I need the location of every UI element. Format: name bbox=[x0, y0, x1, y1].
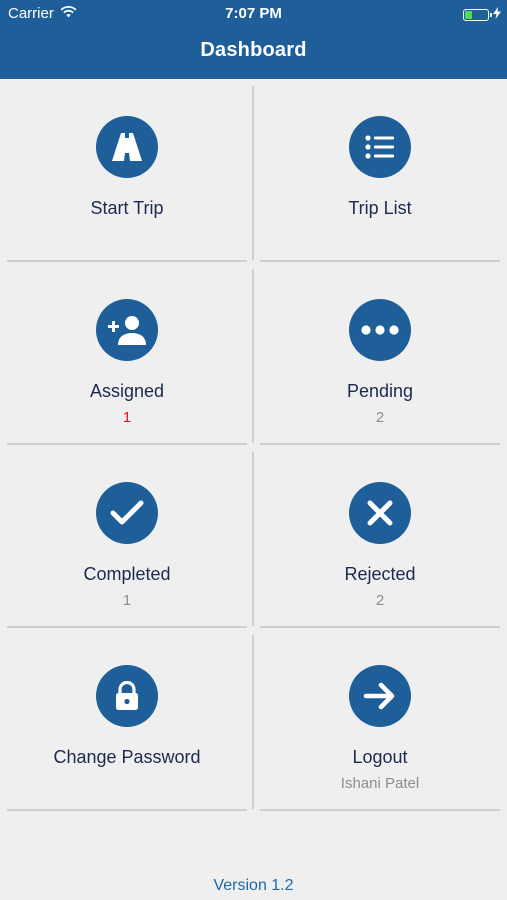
battery-icon bbox=[463, 8, 492, 21]
tile-label: Logout bbox=[352, 747, 408, 767]
trip-list-tile[interactable]: Trip List bbox=[260, 86, 500, 262]
divider bbox=[252, 452, 254, 626]
tile-label: Trip List bbox=[348, 198, 412, 218]
completed-tile[interactable]: Completed 1 bbox=[7, 452, 247, 628]
logout-tile[interactable]: Logout Ishani Patel bbox=[260, 635, 500, 811]
charging-bolt-icon bbox=[493, 6, 501, 23]
tile-label: Assigned bbox=[89, 381, 165, 401]
rejected-tile[interactable]: Rejected 2 bbox=[260, 452, 500, 628]
more-dots-icon bbox=[349, 299, 411, 361]
pending-count: 2 bbox=[375, 409, 385, 426]
assigned-count: 1 bbox=[122, 409, 132, 426]
divider bbox=[252, 86, 254, 260]
tile-label: Pending bbox=[346, 381, 414, 401]
tile-label: Completed bbox=[83, 564, 171, 584]
tile-label: Rejected bbox=[344, 564, 416, 584]
pending-tile[interactable]: Pending 2 bbox=[260, 269, 500, 445]
version-label: Version 1.2 bbox=[213, 877, 294, 894]
rejected-count: 2 bbox=[375, 592, 385, 609]
add-user-icon bbox=[96, 299, 158, 361]
status-bar: Carrier 7:07 PM bbox=[0, 0, 507, 28]
assigned-tile[interactable]: Assigned 1 bbox=[7, 269, 247, 445]
road-icon bbox=[96, 116, 158, 178]
close-icon bbox=[349, 482, 411, 544]
lock-icon bbox=[96, 665, 158, 727]
divider bbox=[252, 269, 254, 443]
divider bbox=[252, 635, 254, 809]
status-time: 7:07 PM bbox=[225, 5, 282, 22]
page-title: Dashboard bbox=[200, 39, 307, 61]
battery-status bbox=[463, 6, 501, 23]
logged-in-user-name: Ishani Patel bbox=[340, 775, 420, 792]
tile-label: Change Password bbox=[53, 747, 201, 767]
change-password-tile[interactable]: Change Password bbox=[7, 635, 247, 811]
app-header: Carrier 7:07 PM Dashboard bbox=[0, 0, 507, 79]
start-trip-tile[interactable]: Start Trip bbox=[7, 86, 247, 262]
list-icon bbox=[349, 116, 411, 178]
tile-label: Start Trip bbox=[90, 198, 164, 218]
checkmark-icon bbox=[96, 482, 158, 544]
completed-count: 1 bbox=[122, 592, 132, 609]
arrow-right-icon bbox=[349, 665, 411, 727]
